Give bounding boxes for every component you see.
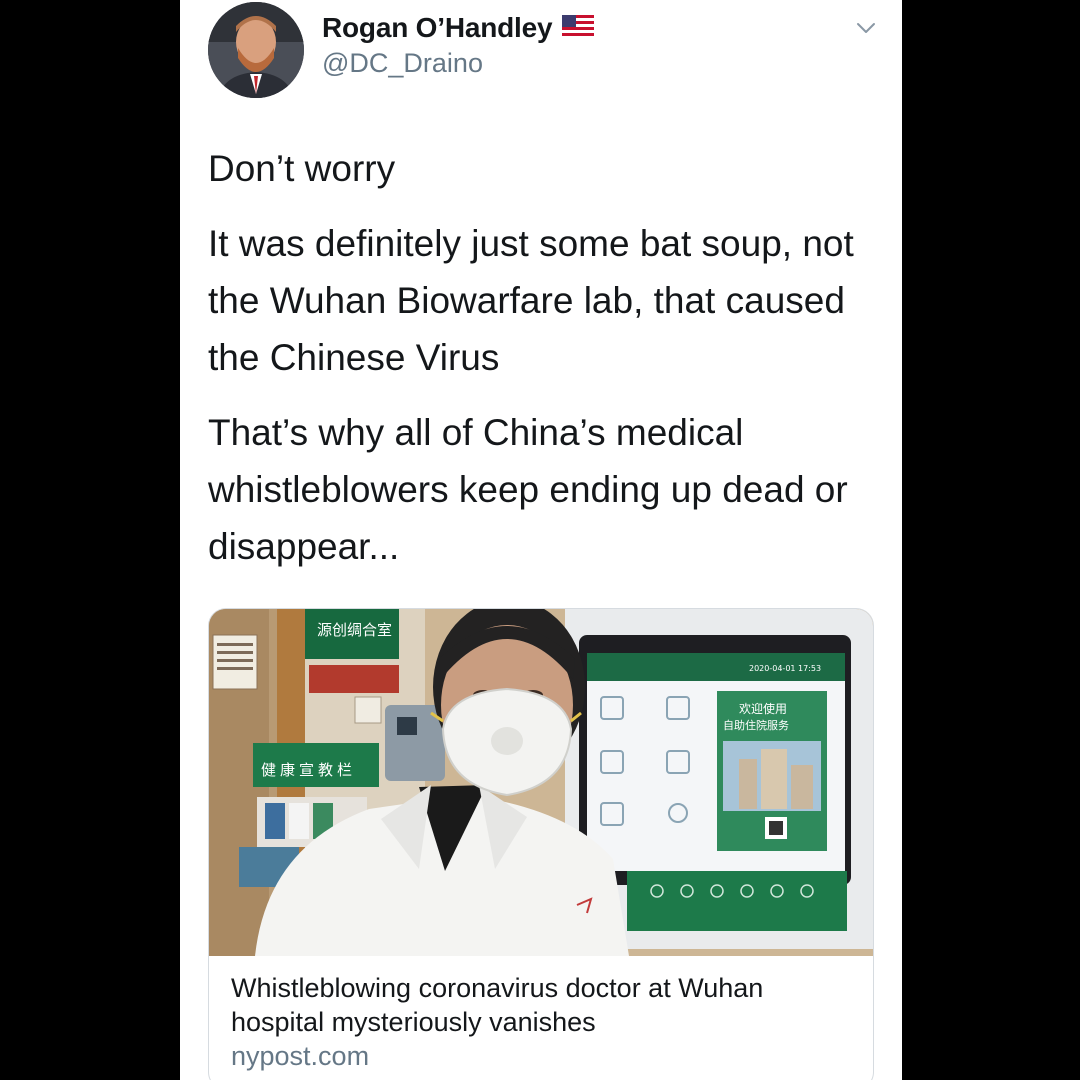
room-sign-text: 源创绸合室 — [317, 621, 392, 639]
screen-date-text: 2020-04-01 17:53 — [749, 664, 821, 673]
tweet-paragraph: Don’t worry — [208, 148, 396, 189]
health-sign-text: 健康宣教栏 — [261, 761, 356, 779]
link-preview-title[interactable]: Whistleblowing coronavirus doctor at Wuh… — [231, 971, 851, 1039]
author-display-name[interactable]: Rogan O’Handley — [322, 12, 553, 44]
tweet-card: Rogan O’Handley @DC_Draino Don’t worry I… — [180, 0, 902, 1080]
tweet-text: Don’t worry It was definitely just some … — [208, 140, 868, 575]
author-handle[interactable]: @DC_Draino — [322, 48, 483, 79]
avatar[interactable] — [208, 2, 304, 98]
screen-welcome-text: 欢迎使用 — [739, 701, 787, 716]
link-preview-image[interactable]: 源创绸合室 健康宣教栏 2020-04-01 17:53 欢迎使用 自助住院服务 — [209, 609, 873, 956]
link-preview-domain: nypost.com — [231, 1041, 370, 1071]
chevron-down-icon[interactable] — [852, 14, 880, 42]
tweet-paragraph: That’s why all of China’s medical whistl… — [208, 412, 848, 567]
us-flag-icon — [562, 14, 595, 42]
author-row: Rogan O’Handley — [322, 12, 595, 44]
screen-service-text: 自助住院服务 — [723, 718, 789, 732]
link-preview-card[interactable]: 源创绸合室 健康宣教栏 2020-04-01 17:53 欢迎使用 自助住院服务… — [208, 608, 874, 1080]
tweet-paragraph: It was definitely just some bat soup, no… — [208, 223, 854, 378]
